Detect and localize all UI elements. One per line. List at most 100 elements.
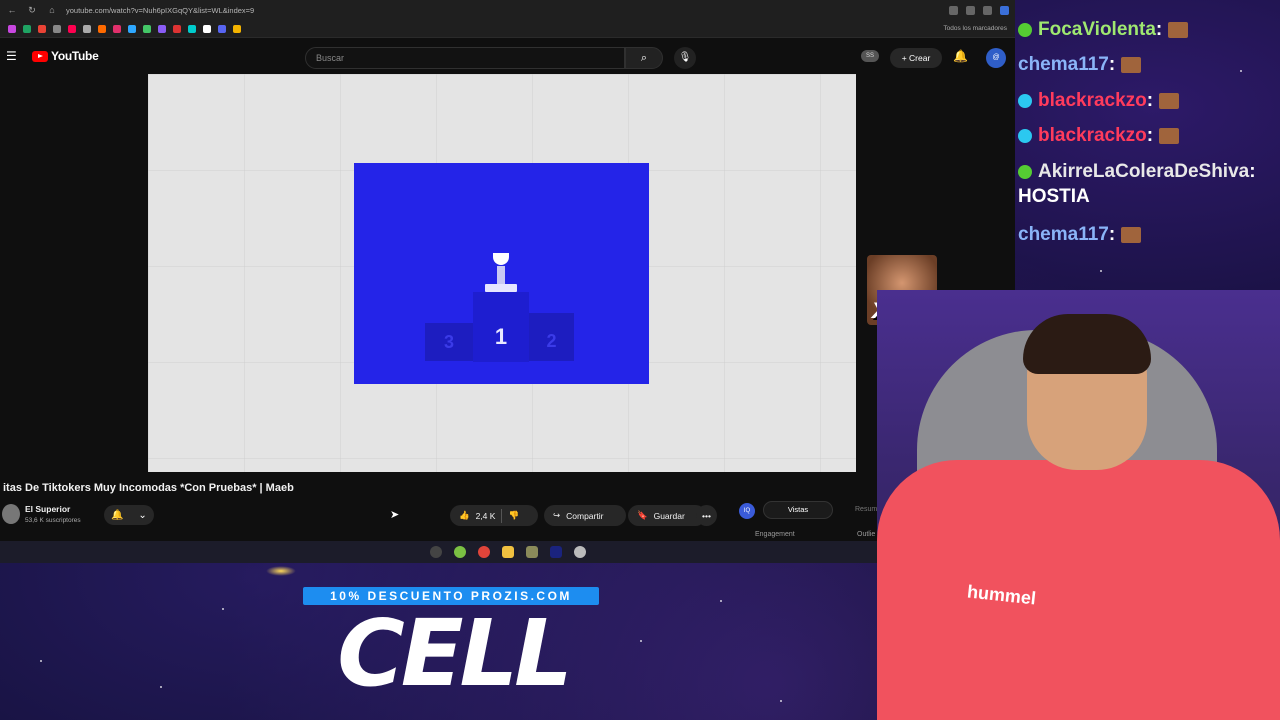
like-count[interactable]: 2,4 K bbox=[476, 511, 496, 521]
search-input[interactable]: Buscar bbox=[305, 47, 625, 69]
voice-search-button[interactable]: 🎙 bbox=[674, 47, 696, 69]
star bbox=[40, 660, 42, 662]
chat-message: chema117 : bbox=[1018, 218, 1278, 254]
outlier-label: Outlie bbox=[857, 531, 876, 538]
chrome-icon[interactable] bbox=[477, 546, 490, 558]
bookmark-icon[interactable] bbox=[143, 24, 151, 33]
obs-icon[interactable] bbox=[429, 546, 442, 558]
chat-message: blackrackzo : bbox=[1018, 83, 1278, 119]
app-icon[interactable] bbox=[573, 546, 586, 558]
chat-emote-icon bbox=[1121, 227, 1142, 244]
bookmark-icon[interactable] bbox=[38, 24, 46, 33]
chat-badge-icon bbox=[1018, 164, 1032, 179]
taskbar bbox=[0, 541, 1015, 563]
share-label: Compartir bbox=[566, 510, 604, 521]
youtube-header: ☰ YouTube Buscar ⌕ 🎙 SS + Crear 🔔 @ bbox=[0, 38, 1015, 74]
bookmark-icon[interactable] bbox=[53, 24, 61, 33]
podium-graphic: 3 1 2 bbox=[354, 163, 649, 384]
back-icon[interactable]: ← bbox=[6, 5, 18, 15]
chat-separator: : bbox=[1108, 224, 1116, 246]
chat-username: AkirreLaColeraDeShiva bbox=[1038, 160, 1250, 182]
home-icon[interactable]: ⌂ bbox=[46, 5, 58, 15]
bookmark-icon: 🔖 bbox=[637, 510, 648, 520]
extension-icon[interactable] bbox=[966, 5, 975, 15]
star bbox=[720, 600, 722, 602]
thumbs-up-icon[interactable]: 👍 bbox=[459, 510, 470, 521]
podium-first: 1 bbox=[473, 292, 529, 362]
bookmark-icon[interactable] bbox=[188, 24, 196, 33]
trophy-base bbox=[485, 284, 517, 292]
bookmark-icon[interactable] bbox=[98, 24, 106, 33]
create-button[interactable]: + Crear bbox=[890, 48, 942, 68]
reload-icon[interactable]: ↻ bbox=[26, 5, 38, 16]
youtube-logo[interactable]: YouTube bbox=[32, 49, 99, 63]
tab-vistas[interactable]: Vistas bbox=[763, 501, 833, 519]
chevron-down-icon: ⌄ bbox=[138, 509, 147, 521]
bookmark-icon[interactable] bbox=[68, 24, 76, 33]
share-icon: ↪ bbox=[553, 510, 561, 520]
address-bar: ← ↻ ⌂ youtube.com/watch?v=Nuh6pIXGqQY&li… bbox=[0, 0, 1015, 20]
menu-icon[interactable]: ☰ bbox=[6, 49, 20, 63]
star bbox=[222, 608, 224, 610]
star bbox=[780, 700, 782, 702]
minecraft-icon[interactable] bbox=[525, 546, 538, 558]
mic-icon: 🎙 bbox=[678, 52, 692, 63]
podium-second: 2 bbox=[529, 313, 574, 361]
xbox-icon[interactable] bbox=[453, 546, 466, 558]
chat-separator: : bbox=[1108, 54, 1116, 76]
more-actions-button[interactable]: ••• bbox=[696, 505, 717, 526]
create-label: Crear bbox=[909, 53, 931, 63]
star bbox=[1100, 270, 1102, 272]
chat-badge-icon bbox=[1018, 93, 1032, 108]
chat-username: FocaViolenta bbox=[1038, 18, 1156, 40]
search-button[interactable]: ⌕ bbox=[625, 47, 663, 69]
chat-emote-icon bbox=[1159, 128, 1180, 145]
save-button[interactable]: 🔖 Guardar bbox=[628, 505, 706, 526]
subscriber-count: 53,6 K suscriptores bbox=[25, 517, 81, 524]
analytics-widget: IQ Vistas Resum Engagement Outlie bbox=[735, 498, 877, 540]
bookmark-icon[interactable] bbox=[128, 24, 136, 33]
video-player[interactable]: 3 1 2 bbox=[148, 74, 856, 472]
channel-avatar[interactable] bbox=[2, 504, 20, 524]
folder-icon[interactable] bbox=[501, 546, 514, 558]
all-bookmarks-link[interactable]: Todos los marcadores bbox=[943, 25, 1007, 32]
star bbox=[640, 640, 642, 642]
chat-badge-icon bbox=[1018, 22, 1032, 37]
share-button[interactable]: ↪ Compartir bbox=[544, 505, 626, 526]
chat-separator: : bbox=[1146, 125, 1154, 147]
youtube-play-icon bbox=[32, 50, 48, 62]
bookmark-icon[interactable] bbox=[233, 24, 241, 33]
bookmark-icon[interactable] bbox=[218, 24, 226, 33]
profile-icon[interactable] bbox=[1000, 5, 1009, 15]
mouse-cursor-icon: ➤ bbox=[390, 509, 400, 521]
trophy-stem bbox=[497, 266, 505, 284]
bookmark-icon[interactable] bbox=[173, 24, 181, 33]
bookmark-icon[interactable] bbox=[83, 24, 91, 33]
ss-badge[interactable]: SS bbox=[861, 50, 879, 62]
extension-icon[interactable] bbox=[949, 5, 958, 15]
photoshop-icon[interactable] bbox=[549, 546, 562, 558]
chat-username: chema117 bbox=[1018, 54, 1109, 76]
chat-message: chema117 : bbox=[1018, 48, 1278, 84]
divider bbox=[501, 508, 503, 523]
thumbs-down-icon[interactable]: 👎 bbox=[508, 510, 519, 521]
bookmark-icon[interactable] bbox=[113, 24, 121, 33]
chat-username: blackrackzo bbox=[1038, 89, 1147, 111]
bell-icon: 🔔 bbox=[111, 509, 124, 521]
chat-emote-icon bbox=[1168, 21, 1189, 38]
account-avatar[interactable]: @ bbox=[986, 48, 1006, 68]
notifications-bell-icon[interactable]: 🔔 bbox=[953, 49, 968, 63]
star-icon[interactable] bbox=[983, 5, 992, 15]
subscription-button[interactable]: 🔔 ⌄ bbox=[104, 505, 154, 525]
star bbox=[160, 686, 162, 688]
bookmark-icon[interactable] bbox=[158, 24, 166, 33]
bookmark-icon[interactable] bbox=[23, 24, 31, 33]
widget-logo[interactable]: IQ bbox=[739, 503, 755, 519]
chat-emote-icon bbox=[1159, 92, 1180, 109]
bookmark-icon[interactable] bbox=[8, 24, 16, 33]
bookmark-icon[interactable] bbox=[203, 24, 211, 33]
tab-resumen[interactable]: Resum bbox=[855, 506, 877, 513]
url-field[interactable]: youtube.com/watch?v=Nuh6pIXGqQY&list=WL&… bbox=[66, 6, 941, 15]
podium-third: 3 bbox=[425, 323, 473, 361]
channel-name[interactable]: El Superior bbox=[25, 504, 70, 514]
